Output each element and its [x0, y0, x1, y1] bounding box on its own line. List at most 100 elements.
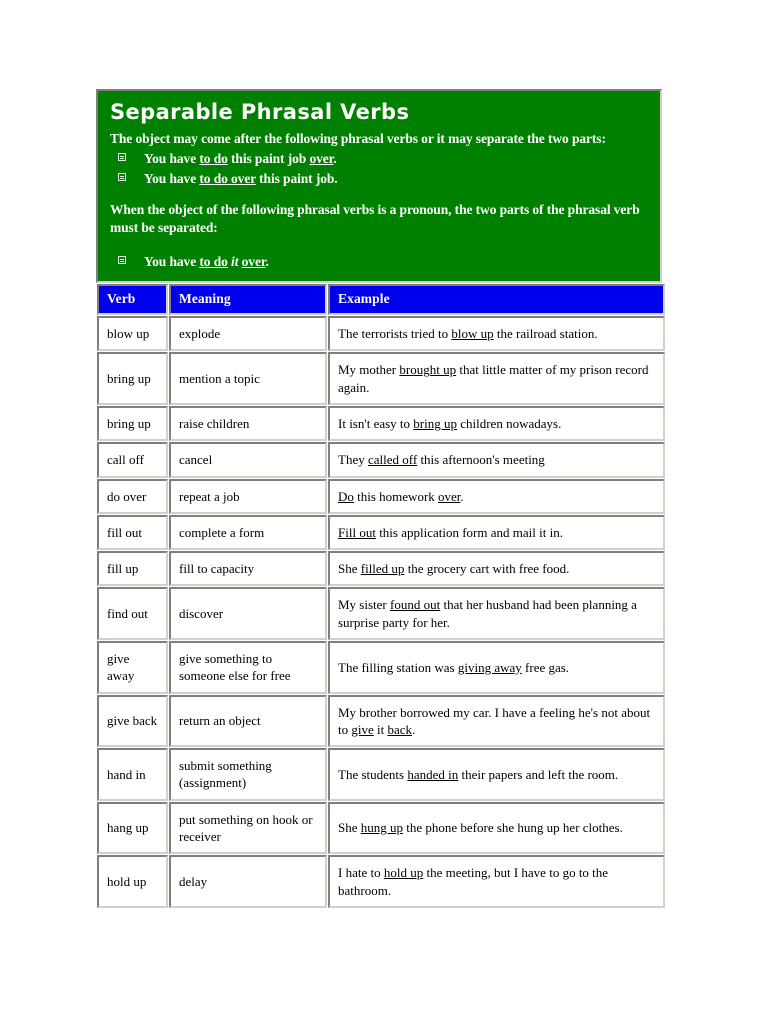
example-text-post: the railroad station. — [493, 326, 598, 342]
example-phrasal-verb: brought up — [399, 362, 457, 378]
table-row: give away give something to someone else … — [97, 640, 665, 694]
bullet-text-mid: this paint job — [227, 151, 310, 167]
example-phrasal-verb-2: over — [438, 488, 461, 504]
cell-example: It isn't easy to bring up children nowad… — [328, 406, 665, 442]
cell-verb: hold up — [97, 855, 168, 908]
cell-verb: find out — [97, 587, 168, 640]
cell-meaning: raise children — [169, 406, 327, 442]
table-row: find out discover My sister found out that… — [97, 587, 665, 640]
cell-verb: bring up — [97, 352, 168, 406]
cell-example: The terrorists tried to blow up the rail… — [328, 316, 665, 352]
cell-meaning: discover — [169, 587, 327, 640]
square-bullet-icon — [118, 256, 126, 265]
column-header-verb: Verb — [97, 284, 168, 316]
cell-meaning: return an object — [169, 694, 327, 748]
table-body: blow up explode The terrorists tried to bl… — [97, 316, 665, 908]
example-phrasal-verb: Do — [338, 488, 354, 504]
bullet-text-pre: You have — [144, 254, 200, 270]
cell-meaning: delay — [169, 855, 327, 908]
example-text-pre: My sister — [338, 597, 390, 613]
bullet-text-pre: You have — [144, 170, 200, 186]
example-phrasal-verb: hung up — [360, 820, 403, 836]
example-phrasal-verb-2: back — [387, 721, 413, 737]
table-header-row: Verb Meaning Example — [97, 284, 665, 316]
example-text-post: their papers and left the room. — [458, 766, 619, 782]
intro-panel: Separable Phrasal Verbs The object may c… — [96, 89, 662, 284]
table-row: fill out complete a form Fill out this app… — [97, 514, 665, 551]
bullet-underline-2: over — [309, 151, 334, 167]
cell-verb: fill out — [97, 514, 168, 551]
cell-meaning: cancel — [169, 442, 327, 478]
cell-verb: bring up — [97, 406, 168, 442]
cell-example: The students handed in their papers and … — [328, 748, 665, 801]
example-phrasal-verb: giving away — [457, 659, 522, 675]
table-row: give back return an object My brother borr… — [97, 694, 665, 748]
cell-meaning: give something to someone else for free — [169, 640, 327, 694]
example-text-pre: The terrorists tried to — [338, 326, 452, 342]
example-phrasal-verb: blow up — [451, 326, 494, 342]
cell-example: They called off this afternoon's meeting — [328, 442, 665, 478]
cell-meaning: complete a form — [169, 514, 327, 551]
example-text-post: the phone before she hung up her clothes… — [403, 820, 623, 836]
intro-bullet-list-2: You have to do it over. — [108, 252, 650, 271]
example-text-pre: She — [338, 820, 361, 836]
table-row: fill up fill to capacity She filled up the… — [97, 551, 665, 587]
cell-verb: do over — [97, 478, 168, 514]
cell-verb: hand in — [97, 748, 168, 801]
bullet-text-post: . — [265, 254, 269, 270]
example-phrasal-verb: filled up — [360, 561, 405, 577]
example-text-pre: The students — [338, 766, 408, 782]
example-phrasal-verb: handed in — [407, 766, 459, 782]
example-text-post-2: . — [412, 721, 416, 737]
table-row: do over repeat a job Do this homework over… — [97, 478, 665, 514]
example-text-pre: The filling station was — [338, 659, 458, 675]
cell-verb: blow up — [97, 316, 168, 352]
list-item: You have to do it over. — [118, 252, 650, 271]
cell-meaning: explode — [169, 316, 327, 352]
table-row: blow up explode The terrorists tried to bl… — [97, 316, 665, 352]
bullet-underline-1: to do — [199, 151, 228, 167]
intro-paragraph-2: When the object of the following phrasal… — [110, 202, 640, 235]
cell-meaning: put something on hook or receiver — [169, 801, 327, 855]
document-body: Separable Phrasal Verbs The object may c… — [96, 89, 666, 909]
column-header-example: Example — [328, 284, 665, 316]
column-header-meaning: Meaning — [169, 284, 327, 316]
table-row: bring up raise children It isn't easy to b… — [97, 406, 665, 442]
list-item: You have to do over this paint job. — [118, 169, 650, 189]
cell-verb: hang up — [97, 801, 168, 855]
cell-meaning: fill to capacity — [169, 551, 327, 587]
example-phrasal-verb: Fill out — [338, 524, 376, 540]
example-text-pre: She — [338, 561, 361, 577]
example-text-post: this homework — [353, 488, 439, 504]
cell-example: My mother brought up that little matter … — [328, 352, 665, 406]
example-text-pre: They — [338, 452, 368, 468]
page-title: Separable Phrasal Verbs — [110, 100, 410, 124]
cell-example: Fill out this application form and mail … — [328, 514, 665, 551]
table-row: hand in submit something (assignment) The … — [97, 748, 665, 801]
example-text-post-2: . — [460, 488, 464, 504]
cell-verb: give away — [97, 640, 168, 694]
example-phrasal-verb: called off — [367, 452, 418, 468]
example-text-pre: I hate to — [338, 865, 384, 881]
table-row: hold up delay I hate to hold up the meetin… — [97, 855, 665, 908]
phrasal-verbs-table: Verb Meaning Example blow up explode The t… — [96, 283, 666, 909]
example-phrasal-verb: found out — [390, 597, 441, 613]
table-row: bring up mention a topic My mother brought… — [97, 352, 665, 406]
intro-bullet-list-1: You have to do this paint job over. You … — [108, 149, 650, 188]
table-row: hang up put something on hook or receiver… — [97, 801, 665, 855]
cell-example: She filled up the grocery cart with free… — [328, 551, 665, 587]
intro-paragraph-1: The object may come after the following … — [110, 131, 606, 147]
cell-example: My brother borrowed my car. I have a fee… — [328, 694, 665, 748]
example-phrasal-verb: hold up — [383, 865, 424, 881]
example-text-pre: It isn't easy to — [338, 416, 414, 432]
example-phrasal-verb: give — [351, 721, 374, 737]
bullet-underline-1: to do — [199, 254, 228, 270]
cell-example: The filling station was giving away free… — [328, 640, 665, 694]
bullet-underline-2: over — [241, 254, 266, 270]
example-text-post: the grocery cart with free food. — [404, 561, 570, 577]
cell-example: Do this homework over. — [328, 478, 665, 514]
bullet-underline-1: to do over — [199, 170, 256, 186]
bullet-text-mid: this paint job. — [255, 170, 338, 186]
square-bullet-icon — [118, 153, 126, 162]
